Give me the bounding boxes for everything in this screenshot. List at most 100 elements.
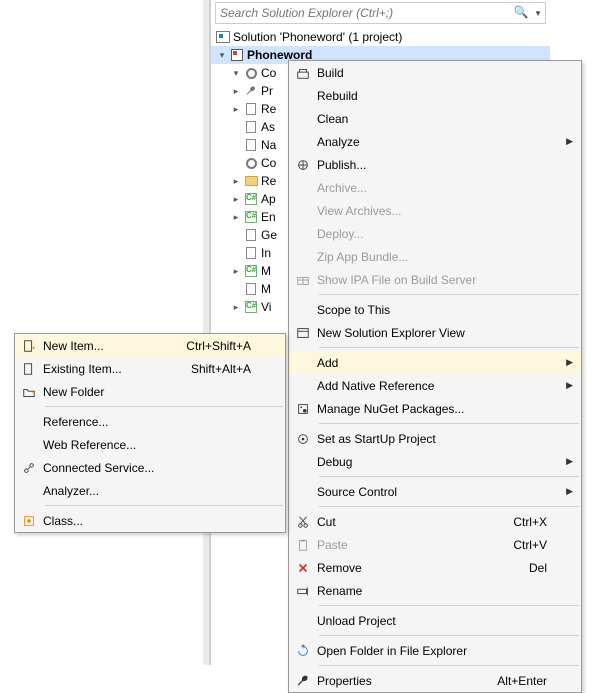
menu-item[interactable]: Clean	[289, 107, 581, 130]
tree-node-label: Ge	[259, 228, 277, 242]
search-icon[interactable]: 🔍	[511, 6, 531, 20]
search-dropdown-icon[interactable]: ▾	[531, 8, 545, 19]
menu-item-label: Archive...	[317, 181, 555, 195]
menu-item[interactable]: Web Reference...	[15, 433, 285, 456]
box-icon	[289, 273, 317, 287]
tree-node-label: Co	[259, 66, 276, 80]
tree-node-label: Re	[259, 102, 276, 116]
menu-item-label: Analyze	[317, 135, 555, 149]
menu-item[interactable]: Rebuild	[289, 84, 581, 107]
tree-node-label: Pr	[259, 84, 273, 98]
menu-item[interactable]: Rename	[289, 579, 581, 602]
menu-item[interactable]: New Folder	[15, 380, 285, 403]
tree-node-label: As	[259, 120, 275, 134]
document-icon	[243, 103, 259, 115]
csharp-file-icon	[243, 193, 259, 205]
menu-item: Show IPA File on Build Server	[289, 268, 581, 291]
menu-item[interactable]: Add▶	[289, 351, 581, 374]
menu-item[interactable]: Connected Service...	[15, 456, 285, 479]
folder-icon	[243, 176, 259, 186]
expander-closed-icon[interactable]: ▸	[229, 194, 243, 205]
document-icon	[243, 247, 259, 259]
menu-item[interactable]: PropertiesAlt+Enter	[289, 669, 581, 692]
menu-item[interactable]: Build	[289, 61, 581, 84]
class-icon	[15, 514, 43, 528]
menu-item-label: Debug	[317, 455, 555, 469]
expander-closed-icon[interactable]: ▸	[229, 86, 243, 97]
document-icon	[243, 229, 259, 241]
menu-item[interactable]: Existing Item...Shift+Alt+A	[15, 357, 285, 380]
menu-item-label: Remove	[317, 561, 529, 575]
menu-item[interactable]: Debug ▶	[289, 450, 581, 473]
csharp-file-icon	[243, 301, 259, 313]
menu-separator	[45, 406, 283, 407]
menu-item[interactable]: Add Native Reference ▶	[289, 374, 581, 397]
solution-node[interactable]: Solution 'Phoneword' (1 project)	[211, 28, 550, 46]
expander-closed-icon[interactable]: ▸	[229, 212, 243, 223]
cut-icon	[289, 515, 317, 529]
menu-item-label: Rebuild	[317, 89, 555, 103]
newitem-icon	[15, 339, 43, 353]
nuget-icon	[289, 402, 317, 416]
menu-item[interactable]: New Item...Ctrl+Shift+A	[15, 334, 285, 357]
menu-item[interactable]: Analyze▶	[289, 130, 581, 153]
menu-separator	[45, 505, 283, 506]
menu-item: Deploy...	[289, 222, 581, 245]
submenu-arrow-icon: ▶	[566, 357, 573, 368]
existing-icon	[15, 362, 43, 376]
open-icon	[289, 644, 317, 658]
menu-item-shortcut: Del	[529, 561, 555, 575]
paste-icon	[289, 538, 317, 552]
project-icon	[229, 49, 245, 61]
connected-icon	[15, 461, 43, 475]
menu-item[interactable]: CutCtrl+X	[289, 510, 581, 533]
menu-item[interactable]: Analyzer...	[15, 479, 285, 502]
expander-closed-icon[interactable]: ▸	[229, 266, 243, 277]
menu-item: PasteCtrl+V	[289, 533, 581, 556]
menu-item: Zip App Bundle...	[289, 245, 581, 268]
add-submenu: New Item...Ctrl+Shift+AExisting Item...S…	[14, 333, 286, 533]
menu-item-label: Properties	[317, 674, 497, 688]
menu-item-label: View Archives...	[317, 204, 555, 218]
menu-item[interactable]: Reference...	[15, 410, 285, 433]
submenu-arrow-icon: ▶	[566, 380, 573, 391]
menu-item-shortcut: Ctrl+V	[513, 538, 555, 552]
expander-open-icon[interactable]: ▾	[215, 50, 229, 61]
menu-item-label: Add Native Reference	[317, 379, 555, 393]
search-row: 🔍 ▾	[215, 2, 546, 24]
menu-item-label: Paste	[317, 538, 513, 552]
menu-item[interactable]: Class...	[15, 509, 285, 532]
tree-node-label: Re	[259, 174, 276, 188]
menu-item[interactable]: Publish...	[289, 153, 581, 176]
menu-item[interactable]: RemoveDel	[289, 556, 581, 579]
menu-separator	[319, 665, 579, 666]
project-context-menu: BuildRebuildCleanAnalyze▶Publish...Archi…	[288, 60, 582, 693]
submenu-arrow-icon: ▶	[566, 456, 573, 467]
menu-item[interactable]: Source Control▶	[289, 480, 581, 503]
menu-item-label: Open Folder in File Explorer	[317, 644, 555, 658]
menu-separator	[319, 347, 579, 348]
menu-item-label: Cut	[317, 515, 513, 529]
menu-item-shortcut: Alt+Enter	[497, 674, 555, 688]
expander-closed-icon[interactable]: ▸	[229, 104, 243, 115]
tree-node-label: M	[259, 282, 271, 296]
menu-item[interactable]: Unload Project	[289, 609, 581, 632]
document-icon	[243, 283, 259, 295]
menu-item-label: Set as StartUp Project	[317, 432, 555, 446]
search-input[interactable]	[216, 6, 511, 20]
publish-icon	[289, 158, 317, 172]
tree-node-label: Vi	[259, 300, 271, 314]
menu-separator	[319, 506, 579, 507]
wrench-icon	[289, 674, 317, 688]
menu-item-label: New Solution Explorer View	[317, 326, 555, 340]
menu-item[interactable]: Open Folder in File Explorer	[289, 639, 581, 662]
tree-node-label: M	[259, 264, 271, 278]
expander-closed-icon[interactable]: ▸	[229, 176, 243, 187]
menu-item[interactable]: Set as StartUp Project	[289, 427, 581, 450]
menu-item-label: Show IPA File on Build Server	[317, 273, 555, 287]
menu-item[interactable]: New Solution Explorer View	[289, 321, 581, 344]
expander-open-icon[interactable]: ▾	[229, 68, 243, 79]
menu-item[interactable]: Manage NuGet Packages...	[289, 397, 581, 420]
menu-item[interactable]: Scope to This	[289, 298, 581, 321]
expander-closed-icon[interactable]: ▸	[229, 302, 243, 313]
